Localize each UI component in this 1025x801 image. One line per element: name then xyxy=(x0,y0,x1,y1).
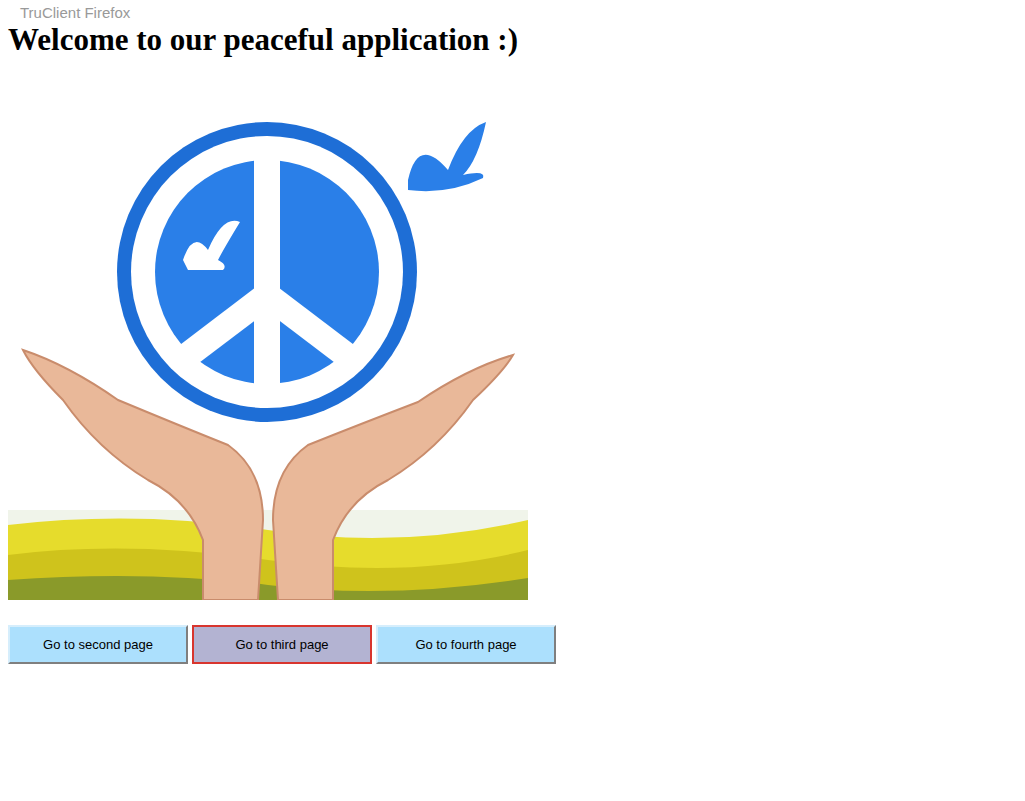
heading: Welcome to our peaceful application :) xyxy=(8,22,1025,58)
browser-label: TruClient Firefox xyxy=(8,0,1025,22)
page: TruClient FirefoxWelcome to our peaceful… xyxy=(0,0,1025,801)
nav-button[interactable]: Go to fourth page xyxy=(376,625,556,664)
nav-button[interactable]: Go to second page xyxy=(8,625,188,664)
peace-image xyxy=(8,100,528,600)
nav-button[interactable]: Go to third page xyxy=(192,625,372,664)
image-frame xyxy=(8,100,1025,600)
button-row: Go to second pageGo to third pageGo to f… xyxy=(8,625,1025,664)
